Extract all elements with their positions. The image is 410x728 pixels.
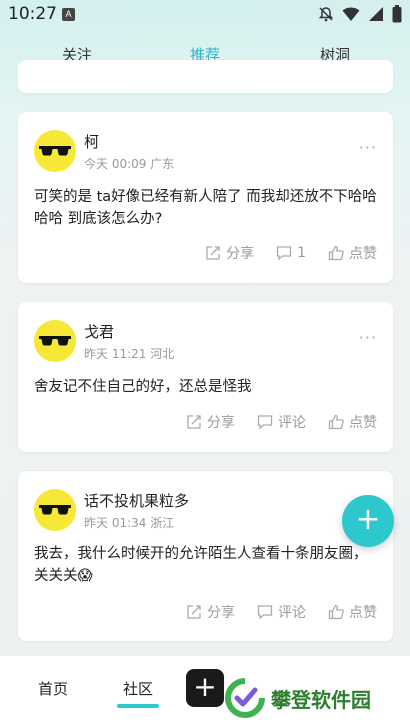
- post-author[interactable]: 戈君: [84, 321, 114, 342]
- comment-icon: [257, 605, 273, 620]
- avatar[interactable]: [34, 130, 76, 172]
- comment-button[interactable]: 评论: [257, 412, 306, 432]
- post-card[interactable]: 话不投机果粒多 昨天 01:34 浙江 我去，我什么时候开的允许陌生人查看十条朋…: [18, 471, 393, 641]
- comment-icon: [257, 415, 273, 430]
- more-options-button[interactable]: ···: [359, 328, 377, 347]
- signal-icon: [369, 7, 383, 21]
- comment-button[interactable]: 评论: [257, 602, 306, 622]
- share-label: 分享: [226, 246, 255, 262]
- more-options-button[interactable]: ···: [359, 138, 377, 157]
- post-meta: 昨天 11:21 河北: [84, 347, 175, 361]
- new-post-fab[interactable]: +: [342, 495, 394, 547]
- post-card[interactable]: 戈君 昨天 11:21 河北 ··· 舍友记不住自己的好，还总是怪我 分享 评论…: [18, 302, 393, 452]
- share-button[interactable]: 分享: [205, 243, 254, 263]
- wifi-icon: [342, 7, 360, 21]
- status-bar: 10:27 A: [0, 0, 410, 30]
- post-content: 我去，我什么时候开的允许陌生人查看十条朋友圈，关关关😱: [34, 546, 368, 584]
- sunglasses-avatar-icon: [34, 130, 76, 172]
- share-icon: [187, 415, 201, 429]
- nav-add-button[interactable]: +: [186, 669, 224, 707]
- avatar[interactable]: [34, 489, 76, 531]
- nav-community[interactable]: 社区: [123, 678, 153, 699]
- sunglasses-avatar-icon: [34, 320, 76, 362]
- nav-home[interactable]: 首页: [38, 678, 68, 699]
- share-button[interactable]: 分享: [186, 602, 235, 622]
- post-card[interactable]: 柯 今天 00:09 广东 ··· 可笑的是 ta好像已经有新人陪了 而我却还放…: [18, 112, 393, 283]
- like-button[interactable]: 点赞: [328, 602, 377, 622]
- post-content: 可笑的是 ta好像已经有新人陪了 而我却还放不下哈哈哈哈 到底该怎么办?: [34, 189, 377, 227]
- like-label: 点赞: [349, 246, 377, 262]
- status-time: 10:27: [8, 4, 57, 24]
- status-icons: [318, 5, 402, 23]
- like-button[interactable]: 点赞: [328, 412, 377, 432]
- thumbs-up-icon: [328, 245, 344, 261]
- app-notification-icon: A: [62, 8, 75, 21]
- nav-active-indicator: [117, 704, 159, 708]
- comment-label: 评论: [278, 605, 306, 621]
- sunglasses-avatar-icon: [34, 489, 76, 531]
- like-button[interactable]: 点赞: [328, 243, 377, 263]
- post-card-partial[interactable]: [18, 60, 393, 93]
- share-label: 分享: [207, 605, 235, 621]
- share-label: 分享: [207, 415, 235, 431]
- watermark: 攀登软件园: [225, 678, 371, 718]
- post-author[interactable]: 柯: [84, 131, 99, 152]
- comment-count: 1: [297, 245, 306, 261]
- watermark-text: 攀登软件园: [271, 687, 371, 712]
- comment-button[interactable]: 1: [276, 245, 306, 261]
- battery-icon: [392, 5, 402, 23]
- like-label: 点赞: [349, 605, 377, 621]
- post-actions: 分享 评论 点赞: [186, 602, 377, 622]
- post-content: 舍友记不住自己的好，还总是怪我: [34, 379, 252, 395]
- thumbs-up-icon: [328, 414, 344, 430]
- post-meta: 昨天 01:34 浙江: [84, 516, 175, 530]
- like-label: 点赞: [349, 415, 377, 431]
- avatar[interactable]: [34, 320, 76, 362]
- share-icon: [206, 246, 220, 260]
- post-author[interactable]: 话不投机果粒多: [84, 490, 189, 511]
- post-meta: 今天 00:09 广东: [84, 157, 175, 171]
- comment-icon: [276, 246, 292, 261]
- share-icon: [187, 605, 201, 619]
- share-button[interactable]: 分享: [186, 412, 235, 432]
- comment-label: 评论: [278, 415, 306, 431]
- thumbs-up-icon: [328, 604, 344, 620]
- notifications-off-icon: [318, 7, 334, 22]
- post-actions: 分享 评论 点赞: [186, 412, 377, 432]
- watermark-logo-icon: [225, 678, 265, 718]
- post-actions: 分享 1 点赞: [205, 243, 377, 263]
